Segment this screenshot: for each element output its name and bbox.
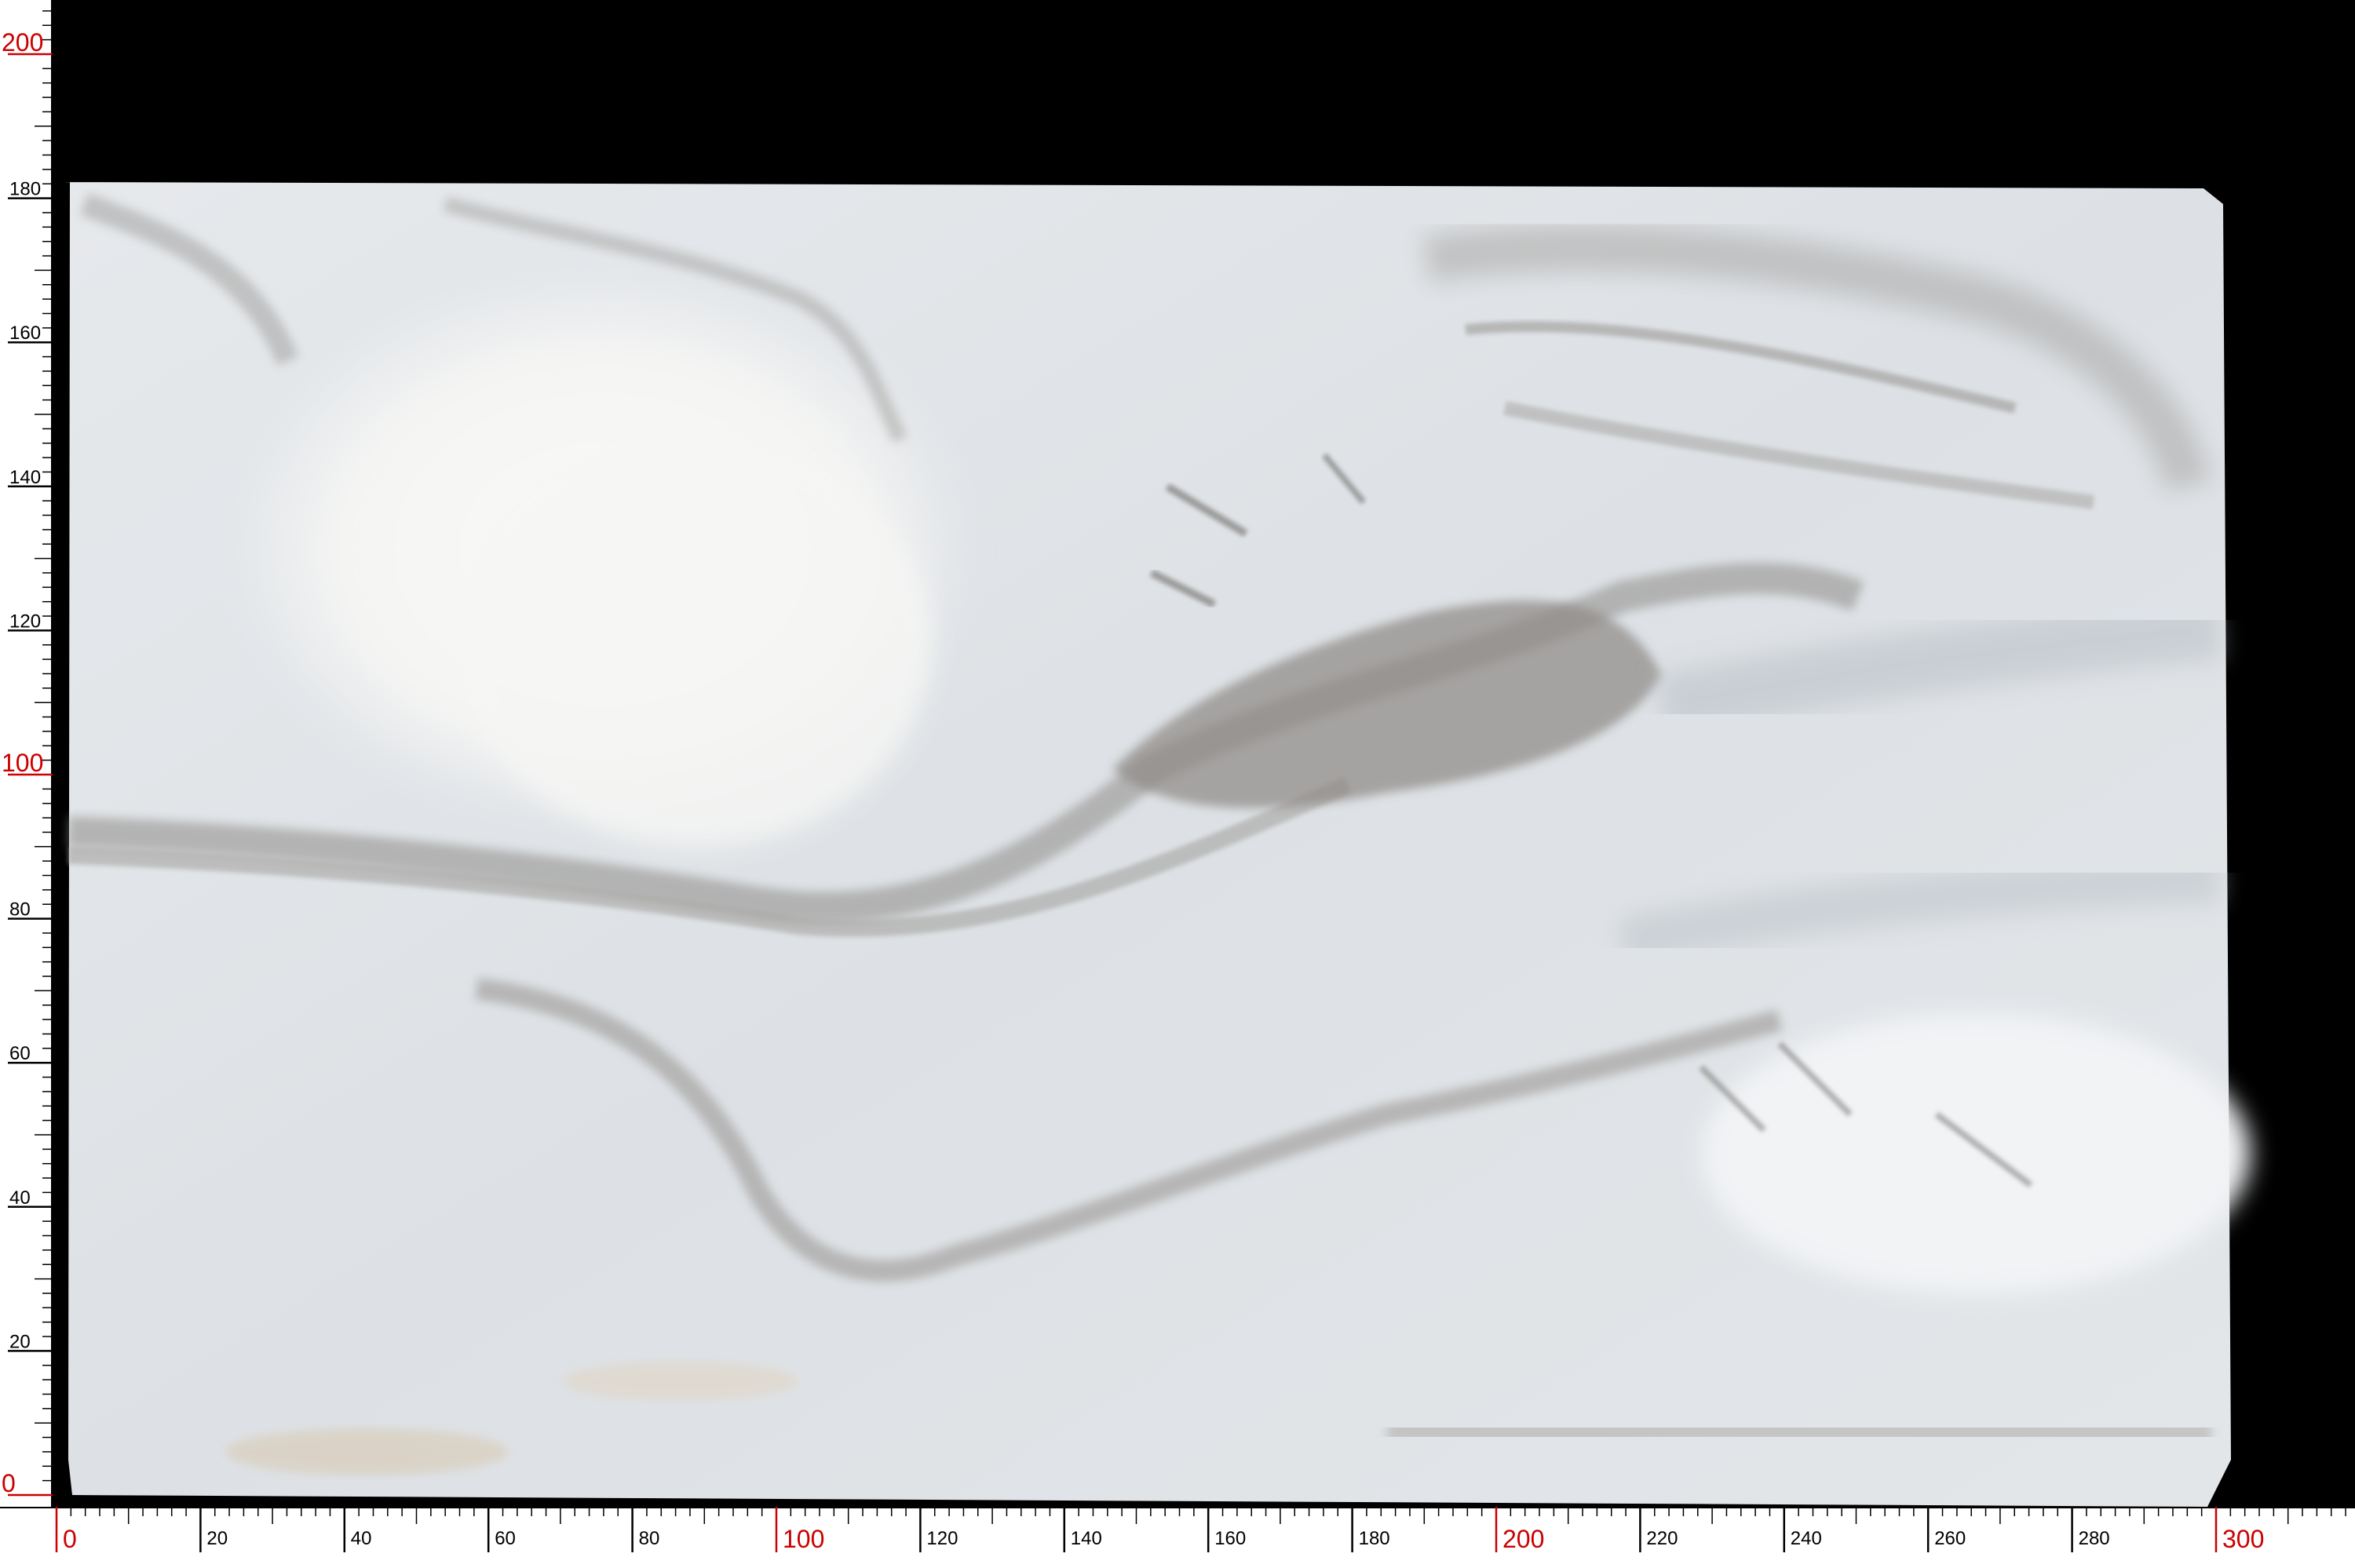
bottom-ruler-label: 200 [1502,1525,1544,1553]
bottom-ruler-label: 20 [206,1528,228,1549]
bottom-ruler-label: 300 [2222,1525,2264,1553]
left-ruler-label: 180 [9,179,41,200]
bottom-ruler-label: 280 [2079,1528,2110,1549]
left-ruler-label: 40 [9,1187,31,1209]
bottom-ruler: 0 20 40 60 80 100 120 140 160 180 200 220 240 260 280 3… [0,1507,2355,1564]
bottom-ruler-label: 140 [1071,1528,1102,1549]
marble-slab [53,0,2355,1507]
slab-photo [53,0,2355,1507]
left-ruler-label: 20 [9,1331,31,1352]
bottom-ruler-label: 180 [1359,1528,1390,1549]
left-ruler-label: 0 [2,1469,16,1497]
left-ruler-label: 120 [9,611,41,632]
bottom-ruler-label: 40 [351,1528,372,1549]
left-ruler-label: 160 [9,323,41,344]
left-ruler-label: 140 [9,467,41,488]
left-ruler: 0 20 40 60 80 100 120 140 160 180 200 [0,0,53,1564]
bottom-ruler-label: 0 [63,1525,77,1553]
left-ruler-label: 60 [9,1043,31,1064]
bottom-ruler-label: 260 [1934,1528,1966,1549]
bottom-ruler-label: 80 [639,1528,660,1549]
bottom-ruler-label: 240 [1791,1528,1822,1549]
bottom-ruler-label: 120 [926,1528,958,1549]
bottom-ruler-label: 100 [783,1525,824,1553]
left-ruler-label: 80 [9,899,31,921]
left-ruler-label: 100 [2,749,43,777]
bottom-ruler-label: 60 [495,1528,516,1549]
bottom-ruler-label: 220 [1646,1528,1678,1549]
bottom-ruler-label: 160 [1214,1528,1246,1549]
left-ruler-label: 200 [2,28,43,57]
